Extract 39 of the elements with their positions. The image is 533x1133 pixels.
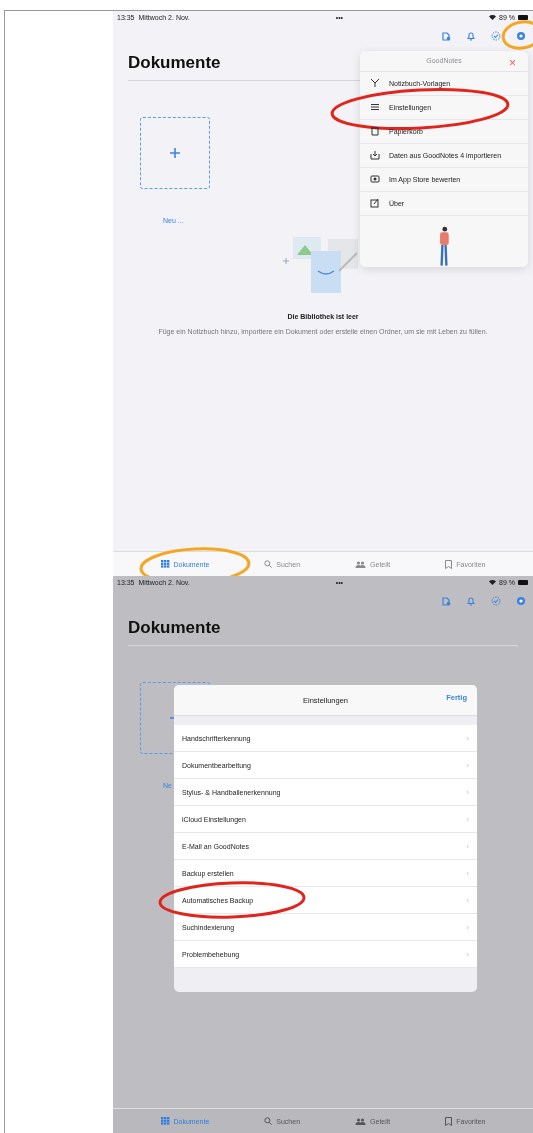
wifi-icon <box>489 14 496 20</box>
import-icon <box>370 150 380 161</box>
rate-icon <box>370 174 380 185</box>
grid-icon <box>160 560 170 568</box>
settings-icon[interactable] <box>516 31 526 41</box>
bell-icon[interactable] <box>466 596 476 606</box>
chevron-icon: › <box>466 868 469 878</box>
trash-icon <box>370 126 380 137</box>
grid-icon <box>160 1117 170 1125</box>
people-icon <box>355 1117 367 1125</box>
chevron-icon: › <box>466 787 469 797</box>
search-icon <box>264 560 273 568</box>
chevron-icon: › <box>466 733 469 743</box>
document-sync-icon[interactable] <box>441 596 451 606</box>
people-icon <box>355 560 367 568</box>
settings-icon <box>370 102 380 113</box>
page-title: Dokumente <box>128 53 221 73</box>
document-sync-icon[interactable] <box>441 31 451 41</box>
search-icon <box>264 1117 273 1125</box>
chevron-icon: › <box>466 841 469 851</box>
bell-icon[interactable] <box>466 31 476 41</box>
check-circle-icon[interactable] <box>491 31 501 41</box>
chevron-icon: › <box>466 949 469 959</box>
check-circle-icon[interactable] <box>491 596 501 606</box>
chevron-icon: › <box>466 922 469 932</box>
new-document-card[interactable] <box>140 117 210 189</box>
battery-icon <box>518 14 529 20</box>
chevron-icon: › <box>466 895 469 905</box>
chevron-icon: › <box>466 760 469 770</box>
bookmark-icon <box>445 559 453 569</box>
chevron-icon: › <box>466 814 469 824</box>
plus-icon <box>170 148 180 158</box>
wifi-icon <box>489 579 496 585</box>
page-title: Dokumente <box>128 618 221 638</box>
settings-icon[interactable] <box>516 596 526 606</box>
battery-icon <box>518 579 529 585</box>
about-icon <box>370 198 380 209</box>
templates-icon <box>370 78 380 89</box>
bookmark-icon <box>445 1116 453 1126</box>
